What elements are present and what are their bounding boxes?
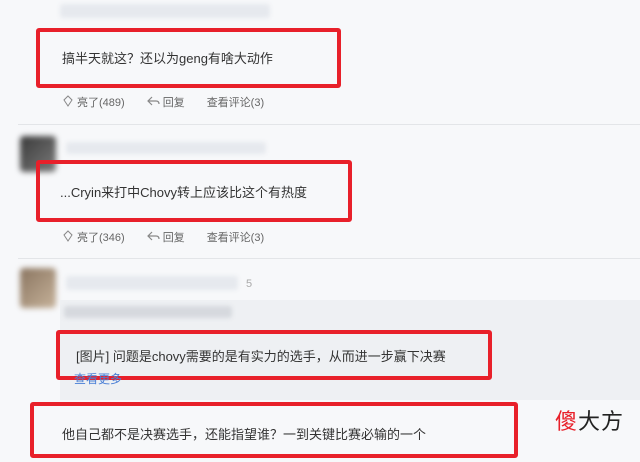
like-count: 亮了(489) xyxy=(77,97,125,109)
like-button[interactable]: 亮了(489) xyxy=(62,94,125,110)
like-icon xyxy=(62,94,77,110)
avatar xyxy=(20,268,56,308)
reply-icon xyxy=(146,230,163,245)
divider xyxy=(18,258,640,259)
blurred-username xyxy=(60,4,270,18)
divider xyxy=(18,124,640,125)
comment-actions: 亮了(346) 回复 查看评论(3) xyxy=(62,229,286,245)
blurred-username xyxy=(66,142,266,154)
view-comments-link[interactable]: 查看评论(3) xyxy=(207,94,264,110)
watermark-char: 傻 xyxy=(554,410,578,435)
reply-label: 回复 xyxy=(162,97,185,109)
view-comments-label: 查看评论(3) xyxy=(206,232,265,244)
view-more-link[interactable]: 查看更多 xyxy=(74,370,122,387)
comment-meta-number: 5 xyxy=(246,278,253,290)
reply-button[interactable]: 回复 xyxy=(146,94,185,110)
comment-feed: 搞半天就这？还以为geng有啥大动作 亮了(489) 回复 查看评论(3) ..… xyxy=(0,0,640,462)
comment-text: ...Cryin来打中Chovy转上应该比这个有热度 xyxy=(60,185,308,200)
comment-text: 搞半天就这？还以为geng有啥大动作 xyxy=(62,51,273,66)
watermark: 傻大方 xyxy=(555,404,624,436)
reply-icon xyxy=(146,95,163,110)
comment-text: 他自己都不是决赛选手，还能指望谁？一到关键比赛必输的一个 xyxy=(62,427,427,442)
like-button[interactable]: 亮了(346) xyxy=(62,229,125,245)
reply-text: [图片] 问题是chovy需要的是有实力的选手，从而进一步赢下决赛 xyxy=(76,349,446,364)
blurred-reply-author xyxy=(64,306,232,318)
reply-button[interactable]: 回复 xyxy=(146,229,185,245)
view-comments-label: 查看评论(3) xyxy=(206,97,265,109)
comment-actions: 亮了(489) 回复 查看评论(3) xyxy=(62,94,286,110)
like-count: 亮了(346) xyxy=(77,232,125,244)
like-icon xyxy=(62,229,77,245)
watermark-rest: 大方 xyxy=(577,410,624,435)
blurred-username xyxy=(66,276,238,290)
reply-label: 回复 xyxy=(162,232,185,244)
view-comments-link[interactable]: 查看评论(3) xyxy=(207,229,264,245)
